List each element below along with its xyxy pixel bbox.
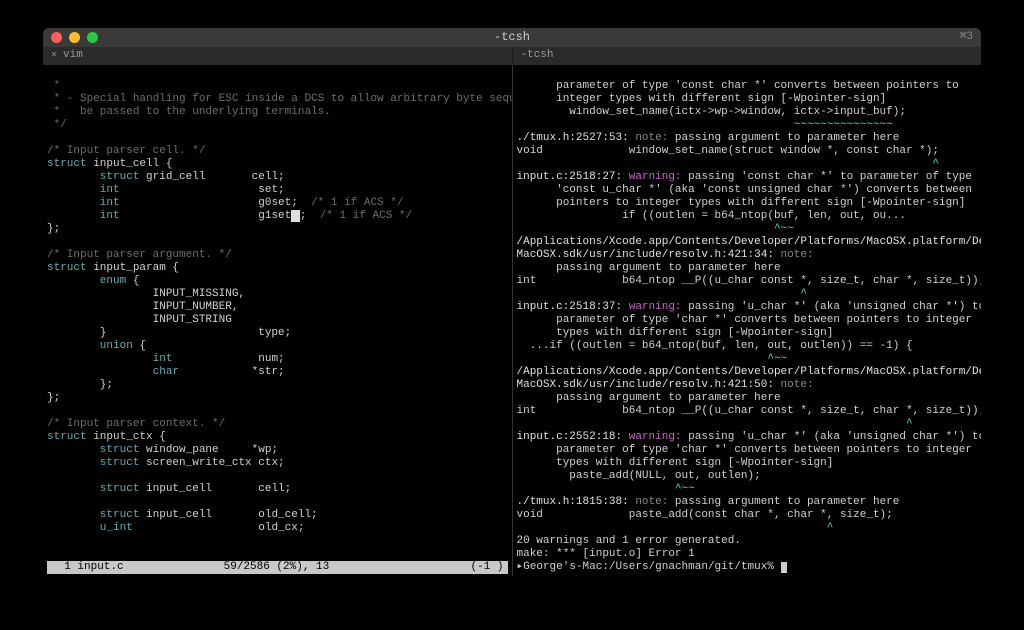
output-line: window_set_name(ictx->wp->window, ictx->… bbox=[517, 106, 906, 118]
output-line: /Applications/Xcode.app/Contents/Develop… bbox=[517, 236, 982, 248]
output-line: types with different sign [-Wpointer-sig… bbox=[517, 327, 834, 339]
code-line: }; bbox=[47, 223, 60, 235]
caret-line: ^~~ bbox=[517, 483, 695, 495]
caret-line: ~~~~~~~~~~~~~~~ bbox=[517, 119, 893, 131]
caret-line: ^ bbox=[517, 418, 913, 430]
output-line: if ((outlen = b64_ntop(buf, len, out, ou… bbox=[517, 210, 906, 222]
status-right: (-1 ) bbox=[470, 561, 503, 574]
code-line: INPUT_MISSING, bbox=[47, 288, 245, 300]
output-line: pointers to integer types with different… bbox=[517, 197, 966, 209]
code-line: */ bbox=[47, 119, 67, 131]
output-line: parameter of type 'char *' converts betw… bbox=[517, 444, 972, 456]
output-line: void window_set_name(struct window *, co… bbox=[517, 145, 939, 157]
window-shortcut-indicator: ⌘3 bbox=[960, 31, 973, 44]
output-line: 20 warnings and 1 error generated. bbox=[517, 535, 741, 547]
vim-pane[interactable]: * * - Special handling for ESC inside a … bbox=[43, 65, 513, 576]
code-line: /* Input parser argument. */ bbox=[47, 249, 232, 261]
output-line: passing argument to parameter here bbox=[517, 392, 781, 404]
output-line: ./tmux.h:2527:53: note: passing argument… bbox=[517, 132, 900, 144]
caret-line: ^ bbox=[517, 158, 939, 170]
zoom-icon[interactable] bbox=[87, 32, 98, 43]
code-line: union { bbox=[47, 340, 146, 352]
caret-line: ^ bbox=[517, 522, 834, 534]
output-line: MacOSX.sdk/usr/include/resolv.h:421:34: … bbox=[517, 249, 814, 261]
close-icon[interactable] bbox=[51, 32, 62, 43]
code-line: struct input_cell cell; bbox=[47, 483, 291, 495]
code-line: * bbox=[47, 80, 60, 92]
terminal-window: -tcsh ⌘3 ✕ vim -tcsh * * - Special handl… bbox=[43, 28, 981, 576]
output-line: ./tmux.h:1815:38: note: passing argument… bbox=[517, 496, 900, 508]
output-line: integer types with different sign [-Wpoi… bbox=[517, 93, 887, 105]
caret-line: ^~~ bbox=[517, 223, 794, 235]
vim-buffer[interactable]: * * - Special handling for ESC inside a … bbox=[47, 67, 508, 561]
tab-tcsh[interactable]: -tcsh bbox=[513, 47, 982, 66]
output-line: 'const u_char *' (aka 'const unsigned ch… bbox=[517, 184, 972, 196]
window-title: -tcsh bbox=[494, 31, 530, 44]
close-tab-icon[interactable]: ✕ bbox=[51, 49, 57, 62]
shell-pane[interactable]: parameter of type 'const char *' convert… bbox=[513, 65, 982, 576]
output-line: input.c:2518:37: warning: passing 'u_cha… bbox=[517, 301, 982, 313]
code-line: * be passed to the underlying terminals. bbox=[47, 106, 331, 118]
caret-line: ^~~ bbox=[517, 353, 788, 365]
minimize-icon[interactable] bbox=[69, 32, 80, 43]
tab-vim[interactable]: ✕ vim bbox=[43, 47, 513, 66]
code-line: int num; bbox=[47, 353, 285, 365]
code-line: enum { bbox=[47, 275, 139, 287]
status-filename: 1 input.c bbox=[51, 561, 124, 574]
tab-label: -tcsh bbox=[521, 49, 554, 62]
output-line: void paste_add(const char *, char *, siz… bbox=[517, 509, 893, 521]
caret-line: ^ bbox=[517, 288, 807, 300]
output-line: int b64_ntop __P((u_char const *, size_t… bbox=[517, 405, 982, 417]
output-line: input.c:2552:18: warning: passing 'u_cha… bbox=[517, 431, 982, 443]
output-line: parameter of type 'char *' converts betw… bbox=[517, 314, 972, 326]
code-line: /* Input parser context. */ bbox=[47, 418, 225, 430]
output-line: /Applications/Xcode.app/Contents/Develop… bbox=[517, 366, 982, 378]
code-line: struct grid_cell cell; bbox=[47, 171, 285, 183]
output-line: parameter of type 'const char *' convert… bbox=[517, 80, 959, 92]
code-line: struct input_ctx { bbox=[47, 431, 166, 443]
code-line: char *str; bbox=[47, 366, 285, 378]
code-line: }; bbox=[47, 379, 113, 391]
code-line: INPUT_STRING bbox=[47, 314, 232, 326]
code-line: struct input_cell old_cell; bbox=[47, 509, 318, 521]
code-line: u_int old_cx; bbox=[47, 522, 304, 534]
code-line: struct input_cell { bbox=[47, 158, 172, 170]
output-line: ...if ((outlen = b64_ntop(buf, len, out,… bbox=[517, 340, 913, 352]
cursor-icon bbox=[291, 210, 300, 222]
vim-status-bar: 1 input.c 59/2586 (2%), 13 (-1 ) bbox=[47, 561, 508, 574]
traffic-lights bbox=[51, 32, 98, 43]
code-line: /* Input parser cell. */ bbox=[47, 145, 205, 157]
output-line: MacOSX.sdk/usr/include/resolv.h:421:50: … bbox=[517, 379, 814, 391]
code-line: struct window_pane *wp; bbox=[47, 444, 278, 456]
code-line: INPUT_NUMBER, bbox=[47, 301, 238, 313]
status-position: 59/2586 (2%), 13 bbox=[224, 561, 330, 574]
code-line: int set; bbox=[47, 184, 285, 196]
code-line: }; bbox=[47, 392, 60, 404]
cursor-icon bbox=[781, 562, 787, 573]
shell-prompt[interactable]: ▸George's-Mac:/Users/gnachman/git/tmux% bbox=[517, 561, 787, 573]
split-content: * * - Special handling for ESC inside a … bbox=[43, 65, 981, 576]
output-line: paste_add(NULL, out, outlen); bbox=[517, 470, 761, 482]
tab-label: vim bbox=[63, 49, 83, 62]
output-line: int b64_ntop __P((u_char const *, size_t… bbox=[517, 275, 982, 287]
code-line: } type; bbox=[47, 327, 291, 339]
output-line: make: *** [input.o] Error 1 bbox=[517, 548, 695, 560]
output-line: types with different sign [-Wpointer-sig… bbox=[517, 457, 834, 469]
code-line: int g0set; /* 1 if ACS */ bbox=[47, 197, 403, 209]
code-line: struct input_param { bbox=[47, 262, 179, 274]
titlebar[interactable]: -tcsh ⌘3 bbox=[43, 28, 981, 47]
output-line: input.c:2518:27: warning: passing 'const… bbox=[517, 171, 973, 183]
code-line: struct screen_write_ctx ctx; bbox=[47, 457, 285, 469]
code-line: * - Special handling for ESC inside a DC… bbox=[47, 93, 513, 105]
code-line: int g1set ; /* 1 if ACS */ bbox=[47, 210, 412, 222]
output-line: passing argument to parameter here bbox=[517, 262, 781, 274]
tab-bar: ✕ vim -tcsh bbox=[43, 47, 981, 66]
